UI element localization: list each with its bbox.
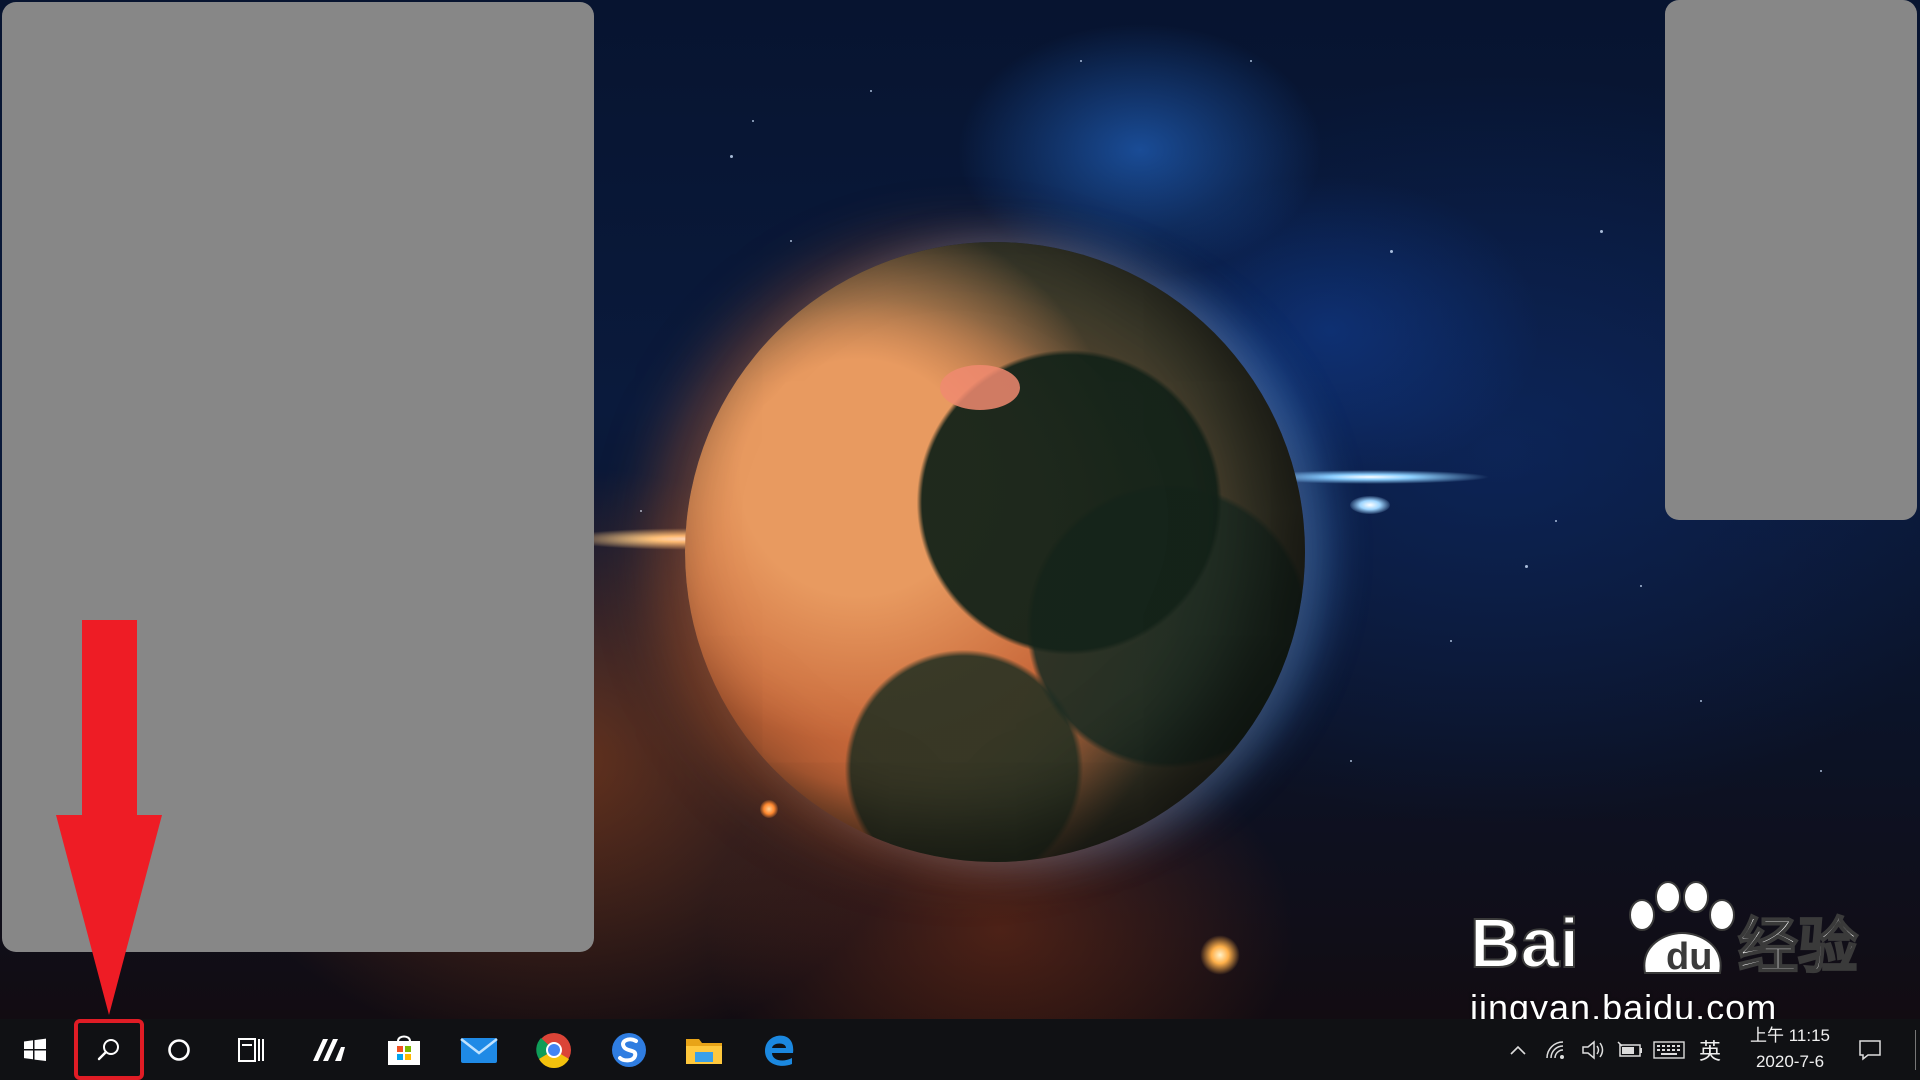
cortana-circle-icon bbox=[168, 1038, 190, 1061]
annotation-arrow-head bbox=[56, 815, 162, 1015]
microsoft-store-button[interactable] bbox=[369, 1019, 439, 1080]
clock-date: 2020-7-6 bbox=[1755, 1052, 1825, 1071]
mail-button[interactable] bbox=[444, 1019, 514, 1080]
chrome-icon bbox=[536, 1032, 571, 1068]
clock[interactable]: 上午 11:15 2020-7-6 bbox=[1730, 1023, 1850, 1075]
network-button[interactable] bbox=[1538, 1019, 1574, 1080]
redacted-panel-right bbox=[1665, 0, 1917, 520]
task-view-button[interactable] bbox=[216, 1019, 286, 1080]
task-view-icon bbox=[238, 1037, 264, 1062]
slashes-logo-icon bbox=[313, 1038, 345, 1061]
notification-icon bbox=[1859, 1039, 1881, 1061]
start-button[interactable] bbox=[0, 1019, 70, 1080]
pinned-app-a[interactable] bbox=[294, 1019, 364, 1080]
ime-label: 英 bbox=[1698, 1038, 1721, 1064]
keyboard-icon bbox=[1653, 1040, 1685, 1059]
file-explorer-button[interactable] bbox=[669, 1019, 739, 1080]
blue-light-dot bbox=[1350, 496, 1390, 514]
clock-time: 上午 11:15 bbox=[1749, 1026, 1830, 1045]
planet-crater bbox=[940, 365, 1020, 410]
speaker-icon bbox=[1582, 1039, 1604, 1060]
battery-button[interactable] bbox=[1612, 1019, 1648, 1080]
input-method-button[interactable]: 英 bbox=[1692, 1019, 1728, 1080]
orange-star-small bbox=[760, 800, 778, 818]
edge-button[interactable] bbox=[744, 1019, 814, 1080]
chevron-up-icon bbox=[1510, 1045, 1526, 1055]
baidu-jingyan-logo: Bai du 经验 bbox=[1470, 881, 1859, 983]
baidu-watermark: Bai du 经验 jingyan.baidu.com bbox=[1470, 875, 1910, 1035]
edge-e-icon bbox=[765, 1035, 794, 1066]
show-hidden-icons-button[interactable] bbox=[1500, 1019, 1536, 1080]
cortana-button[interactable] bbox=[144, 1019, 214, 1080]
show-desktop-divider bbox=[1914, 1029, 1916, 1070]
sogou-button[interactable] bbox=[594, 1019, 664, 1080]
search-icon bbox=[97, 1038, 119, 1060]
show-desktop-button[interactable] bbox=[1910, 1019, 1920, 1080]
touch-keyboard-button[interactable] bbox=[1648, 1019, 1690, 1080]
watermark-bai-text: Bai bbox=[1470, 904, 1579, 982]
svg-text:du: du bbox=[1666, 936, 1712, 978]
battery-charging-icon bbox=[1617, 1040, 1642, 1057]
envelope-icon bbox=[460, 1037, 498, 1063]
s-circle-icon bbox=[612, 1032, 646, 1067]
store-bag-icon bbox=[388, 1035, 420, 1065]
action-center-button[interactable] bbox=[1850, 1019, 1890, 1080]
watermark-jingyan-text: 经验 bbox=[1738, 912, 1858, 982]
chrome-button[interactable] bbox=[519, 1019, 589, 1080]
taskbar: 英 上午 11:15 2020-7-6 bbox=[0, 1019, 1920, 1080]
annotation-arrow-shaft bbox=[82, 620, 137, 820]
planet bbox=[685, 242, 1305, 862]
search-button[interactable] bbox=[74, 1019, 144, 1080]
volume-button[interactable] bbox=[1575, 1019, 1611, 1080]
folder-icon bbox=[686, 1038, 722, 1064]
orange-star bbox=[1200, 935, 1240, 975]
windows-logo-icon bbox=[24, 1038, 46, 1061]
wifi-icon bbox=[1546, 1040, 1564, 1059]
